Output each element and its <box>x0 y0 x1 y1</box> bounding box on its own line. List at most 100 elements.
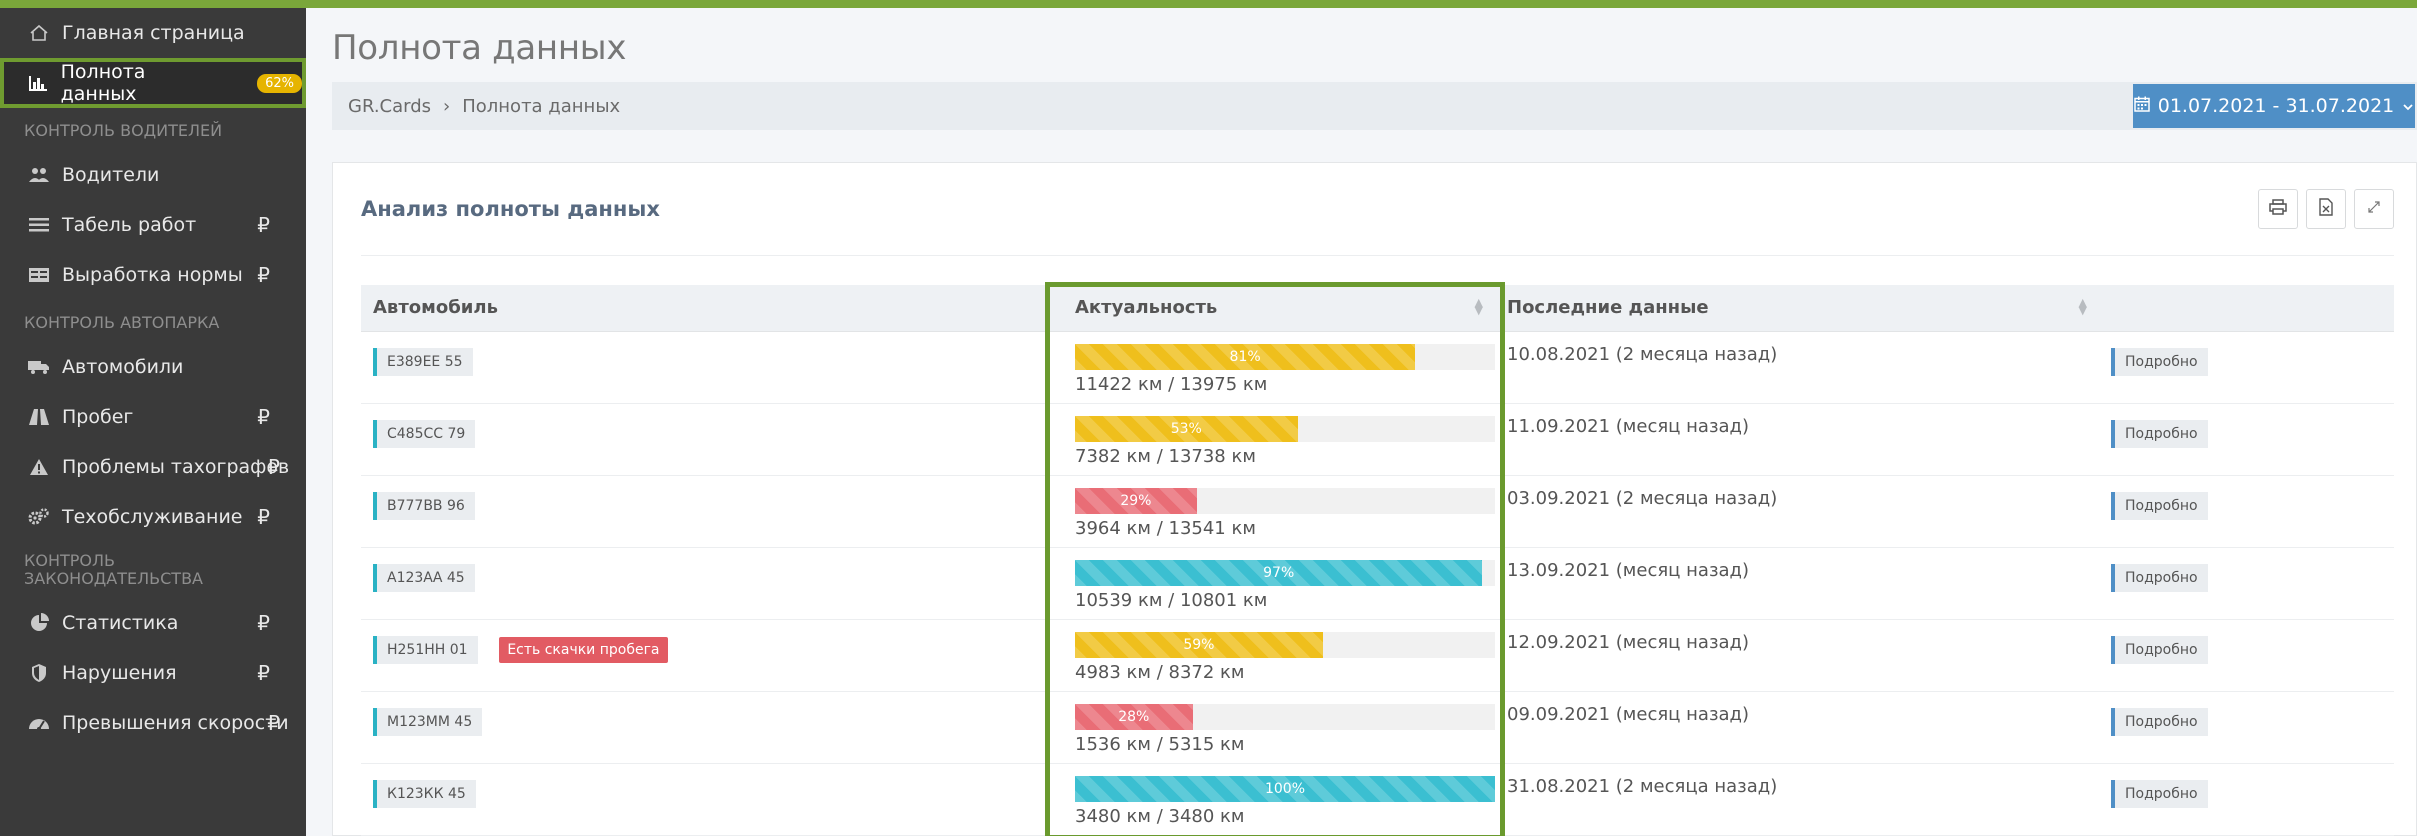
sidebar-item-tachograph-problems[interactable]: Проблемы тахографов ₽ <box>0 442 306 492</box>
last-data-cell: 10.08.2021 (2 месяца назад) <box>1495 331 2099 404</box>
vehicle-cell: С485СС 79 <box>361 403 1063 476</box>
last-data-cell: 03.09.2021 (2 месяца назад) <box>1495 475 2099 548</box>
export-excel-button[interactable] <box>2306 189 2346 229</box>
ruble-icon: ₽ <box>257 405 270 429</box>
sidebar-item-maintenance[interactable]: Техобслуживание ₽ <box>0 492 306 542</box>
details-cell: Подробно <box>2099 691 2394 764</box>
last-data-date: 12.09.2021 (месяц назад) <box>1507 631 1750 653</box>
sidebar-item-label: Табель работ <box>62 214 197 236</box>
sidebar-item-vehicles[interactable]: Автомобили <box>0 342 306 392</box>
vehicle-cell: Е389ЕЕ 55 <box>361 331 1063 404</box>
sidebar-item-statistics[interactable]: Статистика ₽ <box>0 598 306 648</box>
bar-chart-icon <box>28 72 49 94</box>
mileage-ratio: 3964 км / 13541 км <box>1075 517 1256 539</box>
actuality-progress-fill: 81% <box>1075 343 1416 370</box>
sidebar-item-mileage[interactable]: Пробег ₽ <box>0 392 306 442</box>
date-range-button[interactable]: 01.07.2021 - 31.07.2021 <box>2133 84 2415 128</box>
sidebar-item-label: Проблемы тахографов <box>62 456 290 478</box>
vehicle-cell: А123АА 45 <box>361 547 1063 620</box>
actuality-progress: 59% <box>1075 631 1495 658</box>
sidebar-item-norm-output[interactable]: Выработка нормы ₽ <box>0 250 306 300</box>
table-row: К123КК 45 100% 3480 км / 3480 км 31.08.2… <box>361 763 2394 836</box>
ruble-icon: ₽ <box>257 611 270 635</box>
details-button[interactable]: Подробно <box>2111 563 2208 592</box>
mileage-ratio: 4983 км / 8372 км <box>1075 661 1245 683</box>
warning-icon <box>28 456 50 478</box>
details-button[interactable]: Подробно <box>2111 635 2208 664</box>
sidebar-item-violations[interactable]: Нарушения ₽ <box>0 648 306 698</box>
last-data-cell: 13.09.2021 (месяц назад) <box>1495 547 2099 620</box>
vehicle-plate[interactable]: М123ММ 45 <box>373 707 483 736</box>
data-completeness-table: Автомобиль Актуальность ▲ ▼ Последние данн… <box>361 285 2394 836</box>
last-data-date: 11.09.2021 (месяц назад) <box>1507 415 1750 437</box>
column-header-actuality[interactable]: Актуальность ▲ ▼ <box>1063 285 1495 332</box>
sidebar-item-home[interactable]: Главная страница <box>0 8 306 58</box>
sidebar-item-label: Техобслуживание <box>62 506 243 528</box>
road-icon <box>28 406 50 428</box>
print-button[interactable] <box>2258 189 2298 229</box>
ruble-icon: ₽ <box>257 213 270 237</box>
sidebar-section-legislation: КОНТРОЛЬ ЗАКОНОДАТЕЛЬСТВА <box>24 551 203 588</box>
vehicle-cell: К123КК 45 <box>361 763 1063 836</box>
last-data-cell: 11.09.2021 (месяц назад) <box>1495 403 2099 476</box>
column-header-last-data[interactable]: Последние данные ▲ ▼ <box>1495 285 2099 332</box>
details-button[interactable]: Подробно <box>2111 707 2208 736</box>
ruble-icon: ₽ <box>257 505 270 529</box>
vehicle-plate[interactable]: А123АА 45 <box>373 563 475 592</box>
vehicle-plate[interactable]: Н251НН 01 <box>373 635 478 664</box>
truck-icon <box>28 356 50 378</box>
actuality-progress-fill: 100% <box>1075 775 1495 802</box>
print-icon <box>2269 198 2287 220</box>
actuality-cell: 100% 3480 км / 3480 км <box>1063 763 1495 836</box>
details-button[interactable]: Подробно <box>2111 779 2208 808</box>
vehicle-plate[interactable]: В777ВВ 96 <box>373 491 475 520</box>
ruble-icon: ₽ <box>267 711 280 735</box>
actuality-progress: 100% <box>1075 775 1495 802</box>
details-button[interactable]: Подробно <box>2111 419 2208 448</box>
actuality-percent: 59% <box>1183 636 1215 653</box>
calendar-icon <box>2133 95 2150 117</box>
list-icon <box>28 214 50 236</box>
mileage-ratio: 10539 км / 10801 км <box>1075 589 1268 611</box>
breadcrumb-root-link[interactable]: GR.Cards <box>348 96 431 117</box>
pie-chart-icon <box>28 612 50 634</box>
expand-button[interactable] <box>2354 189 2394 229</box>
details-cell: Подробно <box>2099 619 2394 692</box>
vehicle-plate[interactable]: С485СС 79 <box>373 419 476 448</box>
last-data-cell: 31.08.2021 (2 месяца назад) <box>1495 763 2099 836</box>
sidebar-item-speeding[interactable]: Превышения скорости ₽ <box>0 698 306 748</box>
sidebar: Главная страница Полнота данных 62% КОНТ… <box>0 8 316 836</box>
actuality-cell: 53% 7382 км / 13738 км <box>1063 403 1495 476</box>
sidebar-item-label: Водители <box>62 164 160 186</box>
sidebar-section-fleet: КОНТРОЛЬ АВТОПАРКА <box>24 313 220 332</box>
details-button[interactable]: Подробно <box>2111 347 2208 376</box>
details-cell: Подробно <box>2099 403 2394 476</box>
sidebar-item-timesheet[interactable]: Табель работ ₽ <box>0 200 306 250</box>
last-data-cell: 12.09.2021 (месяц назад) <box>1495 619 2099 692</box>
sidebar-item-label: Превышения скорости <box>62 712 289 734</box>
completeness-badge: 62% <box>257 73 302 93</box>
vehicle-cell: Н251НН 01 Есть скачки пробега <box>361 619 1063 692</box>
home-icon <box>28 22 50 44</box>
mileage-ratio: 1536 км / 5315 км <box>1075 733 1245 755</box>
actuality-progress-fill: 97% <box>1075 559 1483 586</box>
actuality-progress-fill: 53% <box>1075 415 1298 442</box>
column-header-vehicle[interactable]: Автомобиль <box>361 285 1063 332</box>
actuality-cell: 28% 1536 км / 5315 км <box>1063 691 1495 764</box>
last-data-date: 09.09.2021 (месяц назад) <box>1507 703 1750 725</box>
details-cell: Подробно <box>2099 763 2394 836</box>
ruble-icon: ₽ <box>257 661 270 685</box>
sidebar-item-label: Выработка нормы <box>62 264 243 286</box>
sidebar-item-drivers[interactable]: Водители <box>0 150 306 200</box>
details-button[interactable]: Подробно <box>2111 491 2208 520</box>
chevron-down-icon <box>2402 95 2414 117</box>
table-icon <box>28 264 50 286</box>
vehicle-plate[interactable]: Е389ЕЕ 55 <box>373 347 473 376</box>
sidebar-item-data-completeness[interactable]: Полнота данных 62% <box>0 58 316 108</box>
last-data-date: 31.08.2021 (2 месяца назад) <box>1507 775 1778 797</box>
vehicle-plate[interactable]: К123КК 45 <box>373 779 476 808</box>
table-row: Н251НН 01 Есть скачки пробега 59% 4983 к… <box>361 619 2394 692</box>
sort-icon: ▲ ▼ <box>2078 296 2087 317</box>
actuality-progress-fill: 59% <box>1075 631 1323 658</box>
actuality-percent: 28% <box>1118 708 1150 725</box>
